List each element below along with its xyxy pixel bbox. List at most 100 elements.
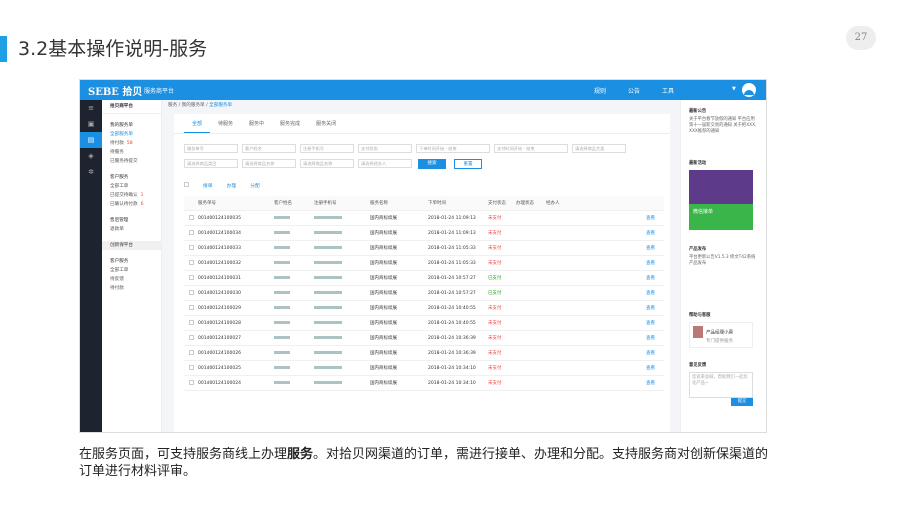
handler-select[interactable]: 请选择经办人 <box>358 159 412 168</box>
chevron-down-icon[interactable]: ▼ <box>732 86 736 92</box>
view-link[interactable]: 查看 <box>646 361 664 375</box>
nav-item-pay[interactable]: 待付款 <box>102 284 161 293</box>
row-checkbox[interactable] <box>188 335 194 340</box>
row-checkbox[interactable] <box>188 260 194 265</box>
view-link[interactable]: 查看 <box>646 226 664 240</box>
menu-icon[interactable]: ≡ <box>80 100 102 116</box>
nav-rules[interactable]: 规则 <box>594 86 606 95</box>
table-row[interactable]: 001d00124100031 国内商标续展 2018-01-24 10:57:27… <box>184 271 664 286</box>
row-checkbox[interactable] <box>188 365 194 370</box>
tab-in-service[interactable]: 服务中 <box>241 114 272 133</box>
row-checkbox[interactable] <box>188 230 194 235</box>
activity-banner[interactable]: 微信接单 <box>689 170 753 230</box>
customer-name-input[interactable]: 客户姓名 <box>242 144 296 153</box>
view-link[interactable]: 查看 <box>646 271 664 285</box>
shield-icon[interactable]: ◈ <box>80 148 102 164</box>
cell-time: 2018-01-24 10:34:10 <box>428 366 476 371</box>
assign-button[interactable]: 分配 <box>250 182 260 189</box>
gear-icon[interactable]: ✲ <box>80 164 102 180</box>
table-row[interactable]: 001d00124100028 国内商标续展 2018-01-24 10:40:55… <box>184 316 664 331</box>
view-link[interactable]: 查看 <box>646 256 664 270</box>
table-row[interactable]: 001d00124100032 国内商标续展 2018-01-24 11:05:33… <box>184 256 664 271</box>
table-row[interactable]: 001d00124100029 国内商标续展 2018-01-24 10:40:55… <box>184 301 664 316</box>
contact-card[interactable]: 产品经理小唐 专门提供服务 <box>689 322 753 348</box>
nav-item-all-tickets[interactable]: 全部工单 <box>102 182 161 191</box>
nav-item-served[interactable]: 已服务待提交 <box>102 157 161 166</box>
nav-notice[interactable]: 公告 <box>628 86 640 95</box>
view-link[interactable]: 查看 <box>646 331 664 345</box>
app-logo[interactable]: SEBE 拾贝 <box>88 83 142 98</box>
row-checkbox[interactable] <box>188 215 194 220</box>
table-row[interactable]: 001d00124100033 国内商标续展 2018-01-24 11:05:33… <box>184 241 664 256</box>
order-time-range[interactable]: 下单时间开始 - 结束 <box>416 144 490 153</box>
feedback-textarea[interactable]: 您说来会喊，帮助我们一起优化产品~ <box>689 372 753 398</box>
table-row[interactable]: 001d00124100034 国内商标续展 2018-01-24 11:09:13… <box>184 226 664 241</box>
cell-time: 2018-01-24 11:09:13 <box>428 231 476 236</box>
product-select[interactable]: 请选择商品名称 <box>242 159 296 168</box>
nav-item-refund[interactable]: 退款单 <box>102 225 161 234</box>
cell-handler <box>546 256 646 270</box>
pay-time-range[interactable]: 支付时间开始 - 结束 <box>494 144 568 153</box>
nav-item-pending-pay[interactable]: 待付款 58 <box>102 139 161 148</box>
view-link[interactable]: 查看 <box>646 286 664 300</box>
service-icon[interactable]: ▤ <box>80 132 102 148</box>
view-link[interactable]: 查看 <box>646 301 664 315</box>
avatar[interactable] <box>742 83 756 97</box>
row-checkbox[interactable] <box>188 245 194 250</box>
cell-service: 国内商标续展 <box>370 291 397 296</box>
nav-section-cxb[interactable]: 创新保平台 <box>102 241 161 250</box>
row-checkbox[interactable] <box>188 275 194 280</box>
nav-tools[interactable]: 工具 <box>662 86 674 95</box>
col-pay: 支付状态 <box>488 201 506 206</box>
nav-item-feedback[interactable]: 待反馈 <box>102 275 161 284</box>
title-accent-bar <box>0 36 7 62</box>
nav-item-confirmed[interactable]: 已确认待付款 6 <box>102 200 161 209</box>
nav-item-all-tickets-2[interactable]: 全部工单 <box>102 266 161 275</box>
cell-handler <box>546 226 646 240</box>
table-row[interactable]: 001d00124100026 国内商标续展 2018-01-24 10:36:39… <box>184 346 664 361</box>
table-row[interactable]: 001d00124100027 国内商标续展 2018-01-24 10:36:39… <box>184 331 664 346</box>
document-icon[interactable]: ▣ <box>80 116 102 132</box>
view-link[interactable]: 查看 <box>646 241 664 255</box>
cell-customer <box>274 226 314 240</box>
view-link[interactable]: 查看 <box>646 346 664 360</box>
nav-item-all-orders[interactable]: 全部服务单 <box>102 130 161 139</box>
subcategory-select[interactable]: 请选择商品类目 <box>184 159 238 168</box>
notice-text[interactable]: 关于平台春节放假的通知 平台应用第十一届新交易的通知 关于把XXX, XXX推荐… <box>689 117 759 135</box>
phone-input[interactable]: 注册手机号 <box>300 144 354 153</box>
cell-handle-status <box>516 316 546 330</box>
breadcrumb-item[interactable]: 服务 <box>168 103 177 108</box>
handle-button[interactable]: 办理 <box>227 182 237 189</box>
reset-button[interactable]: 重置 <box>454 159 482 169</box>
tab-pending[interactable]: 待服务 <box>210 114 241 133</box>
accept-button[interactable]: 接单 <box>203 182 213 189</box>
order-id-input[interactable]: 服务单号 <box>184 144 238 153</box>
submit-button[interactable]: 提交 <box>731 398 753 406</box>
view-link[interactable]: 查看 <box>646 316 664 330</box>
breadcrumb-item[interactable]: 我的服务单 <box>182 103 205 108</box>
view-link[interactable]: 查看 <box>646 211 664 225</box>
nav-item-pending-service[interactable]: 待服务 <box>102 148 161 157</box>
table-row[interactable]: 001d00124100035 国内商标续展 2018-01-24 11:09:13… <box>184 211 664 226</box>
product-select-2[interactable]: 请选择商品名称 <box>300 159 354 168</box>
product-text[interactable]: 平台更新公告V1.5.3 修文T42系统产品发布 <box>689 255 759 267</box>
view-link[interactable]: 查看 <box>646 376 664 390</box>
row-checkbox[interactable] <box>188 305 194 310</box>
category-select[interactable]: 请选择商品大类 <box>572 144 626 153</box>
tab-closed[interactable]: 服务关闭 <box>308 114 344 133</box>
row-checkbox[interactable] <box>188 380 194 385</box>
row-checkbox[interactable] <box>188 290 194 295</box>
table-row[interactable]: 001d00124100024 国内商标续展 2018-01-24 10:34:10… <box>184 376 664 391</box>
tab-done[interactable]: 服务完成 <box>272 114 308 133</box>
pay-status-select[interactable]: 支付状态 <box>358 144 412 153</box>
table-row[interactable]: 001d00124100030 国内商标续展 2018-01-24 10:57:27… <box>184 286 664 301</box>
tab-all[interactable]: 全部 <box>184 114 211 133</box>
search-button[interactable]: 搜索 <box>418 159 446 169</box>
top-bar: SEBE 拾贝 服务商平台 规则 公告 工具 ▼ <box>80 80 766 100</box>
nav-item-submitted[interactable]: 已提交待确认 1 <box>102 191 161 200</box>
select-all-checkbox[interactable] <box>184 182 189 187</box>
row-checkbox[interactable] <box>188 350 194 355</box>
table-row[interactable]: 001d00124100025 国内商标续展 2018-01-24 10:34:10… <box>184 361 664 376</box>
cell-phone <box>314 316 370 330</box>
row-checkbox[interactable] <box>188 320 194 325</box>
